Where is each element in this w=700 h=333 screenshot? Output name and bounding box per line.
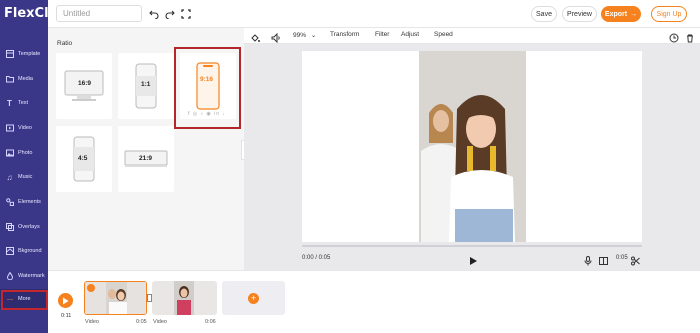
selected-ratio-highlight	[174, 47, 241, 129]
transform-button[interactable]: Transform	[330, 31, 359, 38]
clip-duration: 0:06	[205, 319, 216, 325]
video-icon	[5, 124, 14, 133]
undo-icon[interactable]	[148, 8, 160, 20]
sidebar-item-label: Bkground	[18, 248, 42, 254]
sidebar-item-label: Photo	[18, 150, 33, 156]
elements-icon	[5, 198, 14, 207]
redo-icon[interactable]	[164, 8, 176, 20]
chevron-down-icon: ⌄	[310, 32, 317, 39]
sidebar-item-text[interactable]: T Text	[0, 91, 48, 115]
microphone-icon[interactable]	[584, 253, 592, 271]
zoom-select[interactable]: 99% ⌄	[293, 31, 316, 39]
sidebar-item-label: Media	[18, 76, 33, 82]
preview-label: Preview	[567, 10, 592, 18]
sidebar-item-template[interactable]: Template	[0, 42, 48, 66]
ratio-label: 16:9	[78, 80, 92, 87]
overlays-icon	[5, 223, 14, 232]
sidebar-item-label: Overlays	[18, 224, 40, 230]
timeline-clip[interactable]	[152, 281, 217, 315]
ratio-option-4-5[interactable]: 4:5	[56, 126, 112, 192]
clip-label: Video	[153, 319, 167, 325]
sidebar-item-music[interactable]: ♫ Music	[0, 165, 48, 189]
filter-button[interactable]: Filter	[375, 31, 389, 38]
text-icon: T	[7, 98, 12, 108]
ratio-option-1-1[interactable]: 1:1	[118, 53, 174, 119]
ratio-label: 1:1	[141, 81, 151, 88]
signup-button[interactable]: Sign Up	[651, 6, 687, 22]
play-icon[interactable]	[469, 253, 478, 271]
sidebar-item-label: Video	[18, 125, 32, 131]
sidebar-item-media[interactable]: Media	[0, 67, 48, 91]
split-screen-icon[interactable]	[599, 253, 608, 271]
timeline-total-time: 0:11	[61, 313, 72, 319]
ratio-title: Ratio	[57, 40, 73, 47]
play-icon	[63, 297, 69, 304]
sidebar: Template Media T Text Video Photo ♫ Musi…	[0, 28, 48, 333]
timeline-clip[interactable]	[84, 281, 147, 315]
sidebar-item-label: Template	[18, 51, 41, 57]
ratio-option-16-9[interactable]: 16:9	[56, 53, 112, 119]
project-title-placeholder: Untitled	[63, 9, 91, 18]
clip-duration: 0:05	[136, 319, 147, 325]
playback-progress-bar[interactable]	[302, 245, 642, 247]
sidebar-item-watermark[interactable]: Watermark	[0, 264, 48, 288]
plus-icon: +	[248, 292, 259, 304]
sidebar-item-label: Watermark	[18, 273, 45, 279]
ratio-label: 4:5	[78, 155, 88, 162]
template-icon	[5, 50, 14, 59]
zoom-value: 99%	[293, 32, 307, 39]
signup-label: Sign Up	[656, 10, 682, 18]
project-title-input[interactable]: Untitled	[56, 5, 142, 22]
adjust-button[interactable]: Adjust	[401, 31, 419, 38]
more-highlight-box	[1, 290, 48, 310]
sidebar-item-overlays[interactable]: Overlays	[0, 215, 48, 239]
video-frame-image[interactable]	[419, 51, 526, 242]
add-clip-button[interactable]: +	[222, 281, 285, 315]
sidebar-item-elements[interactable]: Elements	[0, 190, 48, 214]
header: FlexClip Untitled Save Preview Export → …	[0, 0, 700, 28]
edit-toolbar: 99% ⌄ Transform Filter Adjust Speed	[244, 28, 700, 44]
sidebar-item-label: Elements	[18, 199, 41, 205]
sidebar-item-background[interactable]: Bkground	[0, 239, 48, 263]
export-label: Export	[604, 10, 628, 18]
clip-thumbnail	[85, 282, 146, 314]
sidebar-item-photo[interactable]: Photo	[0, 141, 48, 165]
background-icon	[5, 247, 14, 256]
duration-time: 0:05	[616, 255, 628, 261]
clip-label: Video	[85, 319, 99, 325]
fullscreen-icon[interactable]	[180, 8, 192, 20]
brand-name: FlexClip	[4, 6, 63, 21]
arrow-right-icon: →	[630, 10, 638, 18]
video-still	[419, 51, 526, 242]
speed-button[interactable]: Speed	[434, 31, 453, 38]
current-time: 0:00 / 0:05	[302, 255, 331, 261]
timeline-play-button[interactable]	[58, 293, 73, 308]
export-button[interactable]: Export →	[601, 6, 641, 22]
ratio-option-21-9[interactable]: 21:9	[118, 126, 174, 192]
save-label: Save	[536, 10, 552, 18]
photo-icon	[5, 149, 14, 158]
sidebar-item-video[interactable]: Video	[0, 116, 48, 140]
scissors-icon[interactable]	[631, 253, 640, 271]
music-icon: ♫	[6, 172, 13, 182]
clip-thumbnail	[152, 281, 217, 315]
sidebar-item-label: Music	[18, 174, 33, 180]
sidebar-item-label: Text	[18, 100, 29, 106]
ratio-label: 21:9	[139, 155, 153, 162]
preview-button[interactable]: Preview	[562, 6, 597, 22]
brand-logo[interactable]: FlexClip	[0, 0, 62, 28]
save-button[interactable]: Save	[531, 6, 557, 22]
watermark-icon	[5, 272, 14, 281]
folder-icon	[5, 75, 14, 84]
